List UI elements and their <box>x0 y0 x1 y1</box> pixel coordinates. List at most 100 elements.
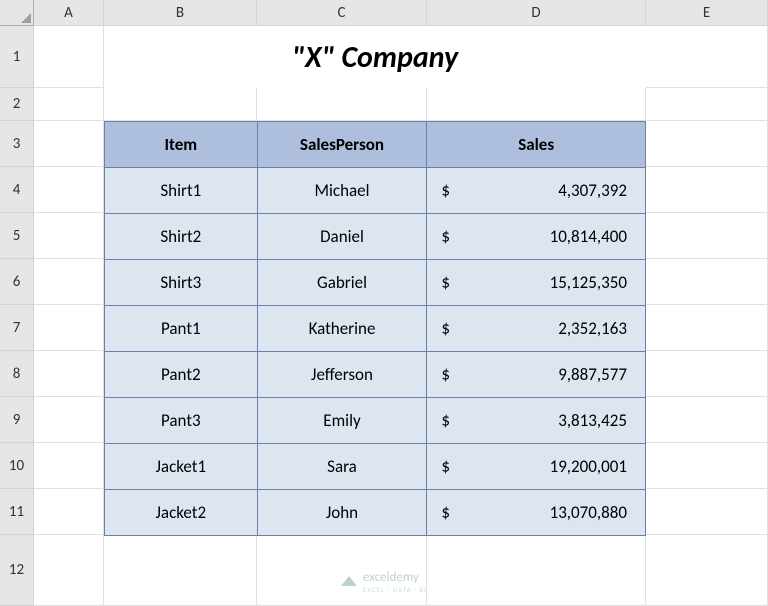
cell[interactable] <box>646 121 768 167</box>
col-header-d[interactable]: D <box>427 0 646 26</box>
cell[interactable] <box>427 88 646 121</box>
cell[interactable] <box>34 259 104 305</box>
cell[interactable] <box>646 26 768 88</box>
cell[interactable] <box>34 489 104 535</box>
watermark-sub: EXCEL · DATA · BI <box>363 585 427 594</box>
header-item[interactable]: Item <box>105 122 258 168</box>
cell-salesperson[interactable]: Katherine <box>257 306 427 352</box>
cell[interactable] <box>646 489 768 535</box>
header-salesperson[interactable]: SalesPerson <box>257 122 427 168</box>
row-header-4[interactable]: 4 <box>0 167 34 213</box>
cell[interactable] <box>34 397 104 443</box>
cell-sales[interactable]: $9,887,577 <box>427 352 646 398</box>
table-row: Shirt2Daniel$10,814,400 <box>105 214 646 260</box>
cell[interactable] <box>34 167 104 213</box>
row-header-6[interactable]: 6 <box>0 259 34 305</box>
table-header-row: Item SalesPerson Sales <box>105 122 646 168</box>
sales-amount: 10,814,400 <box>550 226 627 247</box>
cell[interactable] <box>646 351 768 397</box>
table-row: Jacket2John$13,070,880 <box>105 490 646 536</box>
row-header-10[interactable]: 10 <box>0 443 34 489</box>
sales-amount: 4,307,392 <box>558 180 627 201</box>
row-header-5[interactable]: 5 <box>0 213 34 259</box>
col-header-b[interactable]: B <box>104 0 257 26</box>
cell[interactable] <box>104 88 257 121</box>
cell[interactable] <box>34 305 104 351</box>
watermark-text: exceldemy EXCEL · DATA · BI <box>363 570 427 594</box>
row-header-7[interactable]: 7 <box>0 305 34 351</box>
sales-amount: 19,200,001 <box>550 456 627 477</box>
cell-item[interactable]: Pant1 <box>105 306 258 352</box>
cell[interactable] <box>646 213 768 259</box>
row-header-3[interactable]: 3 <box>0 121 34 167</box>
data-region: Item SalesPerson Sales Shirt1Michael$4,3… <box>104 121 646 535</box>
cell-salesperson[interactable]: Gabriel <box>257 260 427 306</box>
cell-sales[interactable]: $19,200,001 <box>427 444 646 490</box>
table-row: Pant1Katherine$2,352,163 <box>105 306 646 352</box>
cell-item[interactable]: Shirt3 <box>105 260 258 306</box>
cell-sales[interactable]: $10,814,400 <box>427 214 646 260</box>
currency-symbol: $ <box>441 318 450 339</box>
col-header-e[interactable]: E <box>646 0 768 26</box>
cell[interactable] <box>646 443 768 489</box>
cell-salesperson[interactable]: Jefferson <box>257 352 427 398</box>
cell-item[interactable]: Shirt2 <box>105 214 258 260</box>
cell[interactable] <box>34 88 104 121</box>
cell[interactable] <box>646 305 768 351</box>
sales-amount: 13,070,880 <box>550 502 627 523</box>
cell-sales[interactable]: $4,307,392 <box>427 168 646 214</box>
cell-sales[interactable]: $2,352,163 <box>427 306 646 352</box>
sales-table: Item SalesPerson Sales Shirt1Michael$4,3… <box>104 121 646 536</box>
cell-salesperson[interactable]: Michael <box>257 168 427 214</box>
cell[interactable] <box>34 26 104 88</box>
cell-sales[interactable]: $13,070,880 <box>427 490 646 536</box>
cell-sales[interactable]: $3,813,425 <box>427 398 646 444</box>
sales-amount: 9,887,577 <box>558 364 627 385</box>
select-all-corner[interactable] <box>0 0 34 26</box>
col-header-c[interactable]: C <box>257 0 427 26</box>
cell-item[interactable]: Jacket2 <box>105 490 258 536</box>
cell-salesperson[interactable]: Sara <box>257 444 427 490</box>
cell-item[interactable]: Jacket1 <box>105 444 258 490</box>
page-title[interactable]: "X" Company <box>104 26 646 88</box>
row-header-11[interactable]: 11 <box>0 489 34 535</box>
cell[interactable] <box>646 259 768 305</box>
cell-salesperson[interactable]: John <box>257 490 427 536</box>
row-header-2[interactable]: 2 <box>0 88 34 121</box>
cell[interactable] <box>34 213 104 259</box>
sales-amount: 15,125,350 <box>550 272 627 293</box>
cell-salesperson[interactable]: Daniel <box>257 214 427 260</box>
header-sales[interactable]: Sales <box>427 122 646 168</box>
cell[interactable] <box>646 167 768 213</box>
cell-item[interactable]: Pant3 <box>105 398 258 444</box>
col-header-a[interactable]: A <box>34 0 104 26</box>
cell[interactable] <box>646 535 768 606</box>
cell[interactable] <box>34 121 104 167</box>
row-header-8[interactable]: 8 <box>0 351 34 397</box>
cell[interactable] <box>257 88 427 121</box>
currency-symbol: $ <box>441 502 450 523</box>
cell-item[interactable]: Shirt1 <box>105 168 258 214</box>
cell[interactable] <box>427 535 646 606</box>
cell-item[interactable]: Pant2 <box>105 352 258 398</box>
cell-salesperson[interactable]: Emily <box>257 398 427 444</box>
currency-symbol: $ <box>441 272 450 293</box>
currency-symbol: $ <box>441 226 450 247</box>
cell[interactable] <box>104 535 257 606</box>
cell[interactable] <box>34 535 104 606</box>
row-header-12[interactable]: 12 <box>0 535 34 606</box>
cell-sales[interactable]: $15,125,350 <box>427 260 646 306</box>
currency-symbol: $ <box>441 456 450 477</box>
cell[interactable] <box>646 88 768 121</box>
spreadsheet-grid: A B C D E 1 2 3 4 5 6 7 8 9 10 11 12 "X"… <box>0 0 768 606</box>
cell[interactable] <box>34 443 104 489</box>
exceldemy-logo-icon <box>341 574 357 590</box>
row-header-9[interactable]: 9 <box>0 397 34 443</box>
cell[interactable] <box>34 351 104 397</box>
row-header-1[interactable]: 1 <box>0 26 34 88</box>
cell[interactable] <box>646 397 768 443</box>
sales-amount: 2,352,163 <box>558 318 627 339</box>
table-row: Shirt3Gabriel$15,125,350 <box>105 260 646 306</box>
currency-symbol: $ <box>441 410 450 431</box>
watermark-name: exceldemy <box>363 570 419 585</box>
